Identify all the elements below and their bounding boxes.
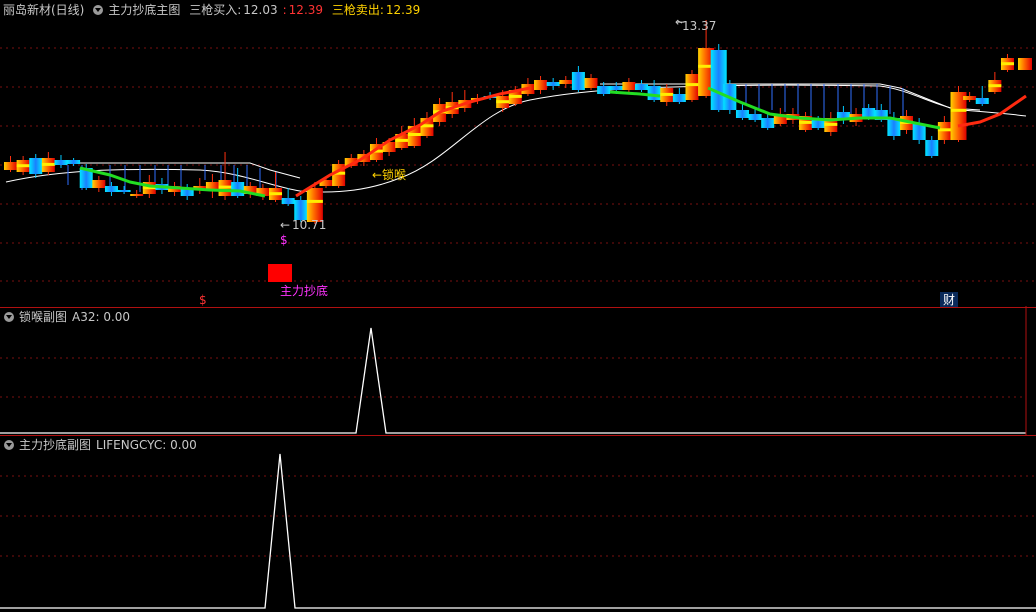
candle-body: [597, 86, 611, 94]
candle-band: [685, 83, 699, 87]
candle-body: [130, 194, 144, 196]
candle-band: [395, 138, 409, 142]
candle-band: [496, 100, 510, 104]
candle-body: [294, 200, 308, 220]
candle-band: [660, 92, 674, 96]
bottom-signal-block: [268, 264, 292, 282]
candle-body: [231, 182, 245, 196]
candle-body: [584, 78, 598, 88]
candle-body: [748, 114, 762, 120]
candle-body: [672, 94, 686, 102]
sub1-line: [0, 327, 1026, 434]
candle-band: [988, 84, 1002, 88]
candle-band: [218, 185, 232, 189]
candle-body: [559, 80, 573, 84]
candle-body: [104, 186, 118, 192]
low-annotation: ← 10.71: [280, 218, 326, 232]
candle-band: [1000, 62, 1014, 66]
candle-body: [534, 80, 548, 90]
candle-body: [609, 86, 623, 90]
candle-body: [546, 82, 560, 86]
svg-text:←: ←: [675, 15, 685, 29]
sub2-chart[interactable]: [0, 434, 1036, 612]
bottom-signal-label: 主力抄底: [280, 283, 328, 298]
candle-body: [685, 74, 699, 100]
candle-body: [647, 86, 661, 100]
dollar-mark: $: [280, 233, 288, 247]
candle-band: [824, 122, 838, 126]
sub2-grid: [0, 475, 1036, 557]
main-grid: [0, 47, 1036, 282]
candle-body: [54, 160, 68, 165]
candle-body: [912, 124, 926, 140]
resistance-line: [70, 83, 981, 179]
candle-body: [29, 158, 43, 174]
candle-body: [635, 84, 648, 90]
candle-body: [761, 118, 775, 128]
candle-body: [92, 180, 106, 188]
candle-body: [622, 82, 636, 90]
sub1-grid: [0, 357, 1026, 398]
candle-band: [407, 133, 421, 136]
candle-body: [4, 162, 17, 170]
main-chart[interactable]: 13.37 ← ← 10.71 ←锁喉 $ 主力抄底 $ 财: [0, 0, 1036, 308]
svg-text:←: ←: [280, 218, 290, 232]
candle-body: [306, 188, 323, 222]
axis-dollar-mark: $: [199, 293, 207, 307]
candle-body: [117, 190, 131, 192]
candle-body: [571, 72, 585, 90]
svg-text:10.71: 10.71: [292, 218, 326, 232]
candle-band: [16, 164, 30, 168]
candle-band: [269, 192, 283, 196]
finance-label: 财: [943, 293, 955, 307]
candle-body: [281, 198, 295, 204]
last-candle: [1018, 58, 1032, 70]
candle-body: [925, 140, 939, 156]
candle-body: [67, 160, 81, 164]
lock-throat-label: ←锁喉: [372, 167, 406, 182]
candle-body: [735, 110, 749, 118]
candle-band: [508, 94, 522, 98]
support-sticks: [67, 84, 904, 198]
candle-band: [799, 120, 813, 124]
candle-body: [975, 98, 989, 104]
candlesticks[interactable]: [4, 20, 1014, 224]
candle-body: [811, 120, 825, 128]
high-annotation: 13.37 ←: [675, 15, 716, 33]
sub2-line: [0, 453, 1036, 609]
candle-band: [41, 162, 55, 166]
candle-band: [306, 199, 323, 203]
sub1-chart[interactable]: [0, 306, 1036, 436]
svg-text:13.37: 13.37: [682, 19, 716, 33]
candle-band: [950, 108, 967, 112]
candle-body: [963, 96, 977, 100]
